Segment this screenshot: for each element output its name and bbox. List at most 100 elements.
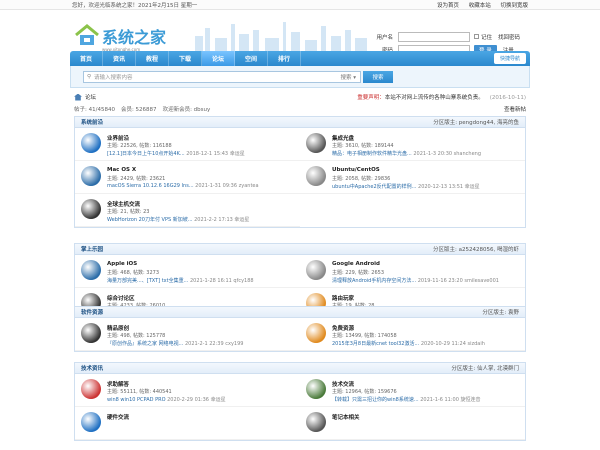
forum-icon bbox=[81, 260, 101, 280]
last-post-title[interactable]: 【转载】只需三招让你的win8系统速... bbox=[332, 397, 419, 403]
forum-name[interactable]: Google Android bbox=[332, 261, 380, 267]
nav-ranking[interactable]: 排行 bbox=[268, 51, 301, 66]
last-post-title[interactable]: 海量万部完美...、[TXT] txt全集重... bbox=[107, 278, 188, 284]
forum-icon bbox=[81, 323, 101, 343]
forum-name[interactable]: Mac OS X bbox=[107, 167, 136, 173]
forum-name[interactable]: 免费资源 bbox=[332, 324, 354, 332]
logo-text: 系统之家 bbox=[102, 28, 167, 47]
forum-name[interactable]: 精品原创 bbox=[107, 324, 129, 332]
nav-download[interactable]: 下载 bbox=[169, 51, 202, 66]
forum-item[interactable]: Apple iOS 主题: 468, 帖数: 3273 海量万部完美...、[TXT… bbox=[75, 255, 300, 288]
forum-name[interactable]: Ubuntu/CentOS bbox=[332, 167, 380, 173]
site-logo[interactable]: 系统之家 www.xitonghe.com bbox=[74, 24, 167, 52]
welcome-text: 您好，欢迎光临系统之家！2021年2月15日 星期一 bbox=[72, 2, 198, 9]
notice-text: 本站不对网上流传的各种山寨系统负责。 bbox=[384, 95, 484, 101]
forum-name[interactable]: 业界前沿 bbox=[107, 134, 129, 142]
set-homepage-link[interactable]: 设为首页 bbox=[437, 3, 459, 9]
nav-tutorial[interactable]: 教程 bbox=[136, 51, 169, 66]
nav-space[interactable]: 空间 bbox=[235, 51, 268, 66]
forum-last-post[interactable]: 精品：电子相册制作软件精华光盘... 2021-1-3 20:30 shanch… bbox=[332, 150, 481, 157]
forum-item[interactable]: 笔记本相关 bbox=[300, 407, 525, 440]
forum-last-post[interactable]: ubuntu中Apache2反代配置的样例... 2020-12-13 13:5… bbox=[332, 183, 480, 190]
wide-mode-link[interactable]: 切换到宽版 bbox=[500, 3, 528, 9]
remember-checkbox[interactable]: 记住 bbox=[474, 33, 492, 41]
last-post-title[interactable]: ubuntu中Apache2反代配置的样例... bbox=[332, 184, 416, 190]
nav-home[interactable]: 首页 bbox=[70, 51, 103, 66]
site-header: 系统之家 www.xitonghe.com 用户名 记住 找回密码 密码 登 录… bbox=[0, 10, 600, 55]
forum-name[interactable]: 求助解答 bbox=[107, 380, 129, 388]
forum-name[interactable]: 全球主机交流 bbox=[107, 200, 140, 208]
home-icon[interactable] bbox=[74, 93, 82, 101]
forum-item[interactable]: 免费资源 主题: 13499, 帖数: 174058 2015年3月8日最新cnet… bbox=[300, 318, 525, 351]
nav-forum[interactable]: 论坛 bbox=[202, 51, 235, 66]
forum-icon bbox=[81, 412, 101, 432]
username-input[interactable] bbox=[398, 31, 470, 42]
search-box[interactable]: ⚲ 请输入搜索内容 搜索 ▾ bbox=[83, 71, 361, 83]
forum-last-post[interactable]: 『原创作品』系统之家 网络电视... 2021-2-1 22:39 cxy199 bbox=[107, 340, 243, 347]
forum-item[interactable]: Ubuntu/CentOS 主题: 2058, 帖数: 29836 ubuntu中A… bbox=[300, 161, 525, 194]
forum-last-post[interactable]: [12.1]日本今日上午10点开始4K... 2018-12-1 15:43 幸… bbox=[107, 150, 245, 157]
forum-stats: 主题: 2429, 帖数: 23621 bbox=[107, 176, 166, 182]
newest-member[interactable]: 欢迎新会员: dbsuy bbox=[163, 105, 211, 113]
bookmark-link[interactable]: 收藏本站 bbox=[469, 3, 491, 9]
last-post-title[interactable]: [12.1]日本今日上午10点开始4K... bbox=[107, 151, 185, 157]
section-moderators[interactable]: 分区版主: 袁野 bbox=[482, 308, 519, 316]
last-post-title[interactable]: 『原创作品』系统之家 网络电视... bbox=[107, 341, 183, 347]
section-title[interactable]: 技术资讯 bbox=[81, 364, 103, 372]
forum-last-post[interactable]: 海量万部完美...、[TXT] txt全集重... 2021-1-28 16:1… bbox=[107, 277, 254, 284]
section-title[interactable]: 掌上乐园 bbox=[81, 245, 103, 253]
forum-item[interactable]: 硬件交流 bbox=[75, 407, 300, 440]
last-post-title[interactable]: win8 win10 PCPAD PRO bbox=[107, 397, 166, 403]
username-label: 用户名 bbox=[376, 34, 393, 41]
last-post-date: 2021-1-3 20:30 shancheng bbox=[413, 151, 482, 157]
breadcrumb-forum[interactable]: 论坛 bbox=[85, 93, 96, 101]
quick-nav-button[interactable]: 快捷导航 bbox=[493, 53, 526, 64]
forum-item[interactable]: 全球主机交流 主题: 21, 帖数: 23 WebHorizon 20刀年付 VPS… bbox=[75, 194, 300, 227]
view-new-posts-link[interactable]: 查看新帖 bbox=[504, 105, 526, 113]
forum-last-post[interactable]: WebHorizon 20刀年付 VPS 新加坡... 2021-2-2 17:… bbox=[107, 216, 249, 223]
forum-name[interactable]: 集成光盘 bbox=[332, 134, 354, 142]
last-post-title[interactable]: 清理释放Android手机内存空间方法... bbox=[332, 278, 416, 284]
last-post-title[interactable]: WebHorizon 20刀年付 VPS 新加坡... bbox=[107, 217, 193, 223]
forgot-password-link[interactable]: 找回密码 bbox=[498, 33, 520, 41]
last-post-date: 2021-2-1 22:39 cxy199 bbox=[184, 341, 244, 347]
forum-stats: 主题: 468, 帖数: 3273 bbox=[107, 270, 159, 276]
section-moderators[interactable]: 分区版主: pengdong44, 海亮的鱼 bbox=[433, 118, 519, 126]
section-title[interactable]: 软件资源 bbox=[81, 308, 103, 316]
forum-name[interactable]: 笔记本相关 bbox=[332, 413, 360, 421]
last-post-date: 2020-2-29 01:36 幸运星 bbox=[167, 397, 226, 403]
section-moderators[interactable]: 分区版主: a252428056, 喝湿的虾 bbox=[433, 245, 519, 253]
search-type-select[interactable]: 搜索 ▾ bbox=[340, 73, 356, 81]
forum-name[interactable]: 硬件交流 bbox=[107, 413, 129, 421]
forum-last-post[interactable]: 清理释放Android手机内存空间方法... 2019-11-16 23:20 … bbox=[332, 277, 499, 284]
notice[interactable]: 重要声明：本站不对网上流传的各种山寨系统负责。 (2016-10-11) bbox=[357, 93, 526, 101]
forum-last-post[interactable]: 2015年3月8日最新cnet tool32激活... 2020-10-29 1… bbox=[332, 340, 485, 347]
last-post-title[interactable]: macOS Sierra 10.12.6 16G29 Ins... bbox=[107, 183, 194, 189]
section-title[interactable]: 系统前沿 bbox=[81, 118, 103, 126]
forum-name[interactable]: 路由玩家 bbox=[332, 294, 354, 302]
section-header: 软件资源 分区版主: 袁野 bbox=[75, 307, 525, 318]
top-bar: 您好，欢迎光临系统之家！2021年2月15日 星期一 设为首页 收藏本站 切换到… bbox=[0, 0, 600, 10]
forum-item[interactable]: Mac OS X 主题: 2429, 帖数: 23621 macOS Sierra … bbox=[75, 161, 300, 194]
forum-item[interactable]: 求助解答 主题: 55111, 帖数: 440541 win8 win10 PCPA… bbox=[75, 374, 300, 407]
search-button[interactable]: 搜索 bbox=[363, 71, 393, 83]
last-post-title[interactable]: 精品：电子相册制作软件精华光盘... bbox=[332, 151, 412, 157]
member-count: 会员: 526887 bbox=[120, 107, 157, 113]
forum-name[interactable]: Apple iOS bbox=[107, 261, 137, 267]
forum-stats: 主题: 22526, 帖数: 116188 bbox=[107, 143, 172, 149]
section-moderators[interactable]: 分区版主: 仙人掌, 北漠群门 bbox=[451, 364, 519, 372]
forum-item[interactable]: 精品原创 主题: 498, 帖数: 125778 『原创作品』系统之家 网络电视..… bbox=[75, 318, 300, 351]
forum-item[interactable]: 业界前沿 主题: 22526, 帖数: 116188 [12.1]日本今日上午10点… bbox=[75, 128, 300, 161]
last-post-title[interactable]: 2015年3月8日最新cnet tool32激活... bbox=[332, 341, 419, 347]
forum-name[interactable]: 技术交流 bbox=[332, 380, 354, 388]
forum-stats: 主题: 21, 帖数: 23 bbox=[107, 209, 150, 215]
forum-item[interactable]: Google Android 主题: 229, 帖数: 2653 清理释放Andro… bbox=[300, 255, 525, 288]
nav-news[interactable]: 资讯 bbox=[103, 51, 136, 66]
forum-item[interactable]: 集成光盘 主题: 3610, 帖数: 189144 精品：电子相册制作软件精华光盘.… bbox=[300, 128, 525, 161]
forum-icon bbox=[306, 323, 326, 343]
forum-item[interactable]: 技术交流 主题: 12964, 帖数: 159676 【转载】只需三招让你的win8… bbox=[300, 374, 525, 407]
forum-last-post[interactable]: win8 win10 PCPAD PRO 2020-2-29 01:36 幸运星 bbox=[107, 396, 226, 403]
forum-last-post[interactable]: macOS Sierra 10.12.6 16G29 Ins... 2021-1… bbox=[107, 183, 259, 189]
forum-name[interactable]: 综合讨论区 bbox=[107, 294, 135, 302]
forum-last-post[interactable]: 【转载】只需三招让你的win8系统速... 2021-1-6 11:00 旋恒连… bbox=[332, 396, 481, 403]
